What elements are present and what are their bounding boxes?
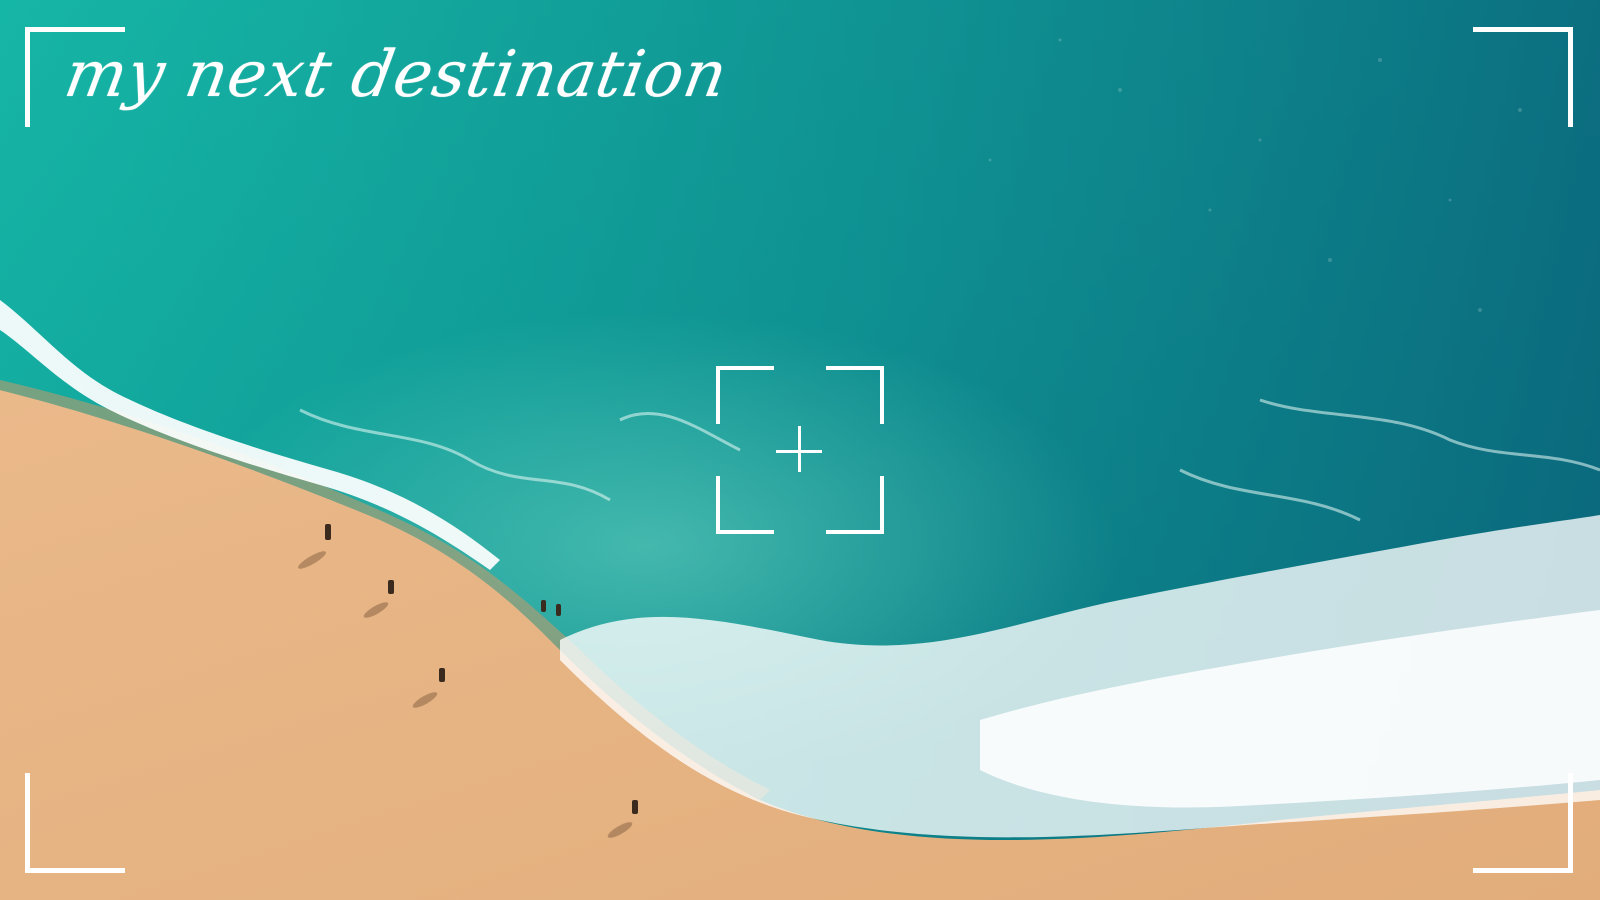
- focus-corner: [716, 366, 774, 424]
- beach-aerial-scene: my next destination: [0, 0, 1600, 900]
- focus-corner: [826, 366, 884, 424]
- viewfinder-frame-icon: [25, 27, 125, 127]
- viewfinder-frame-icon: [1473, 27, 1573, 127]
- focus-corner: [716, 476, 774, 534]
- viewfinder-frame-icon: [25, 773, 125, 873]
- crosshair-icon: [798, 426, 801, 472]
- focus-reticle-icon: [716, 366, 884, 534]
- title-script: my next destination: [59, 38, 734, 112]
- viewfinder-frame-icon: [1473, 773, 1573, 873]
- focus-corner: [826, 476, 884, 534]
